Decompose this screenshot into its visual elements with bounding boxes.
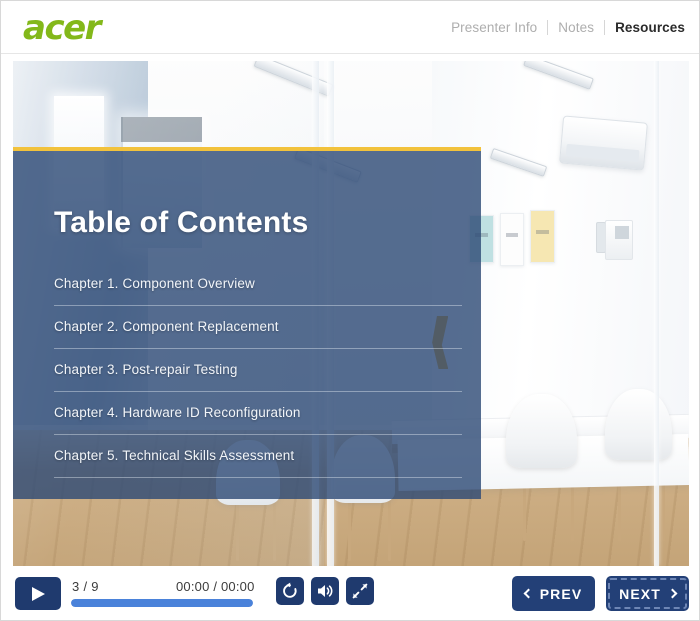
progress-bar[interactable] — [71, 599, 253, 607]
next-button[interactable]: NEXT — [606, 576, 689, 611]
photo-air-conditioner — [558, 115, 647, 171]
nav-resources[interactable]: Resources — [605, 20, 687, 35]
nav-notes[interactable]: Notes — [548, 20, 604, 35]
acer-logo: acer — [23, 8, 101, 48]
slide-stage[interactable]: Table of Contents Chapter 1. Component O… — [13, 61, 689, 566]
toc-item-chapter-4[interactable]: Chapter 4. Hardware ID Reconfiguration — [54, 405, 462, 435]
slide-counter: 3 / 9 — [72, 579, 99, 594]
photo-chair-leg — [347, 495, 351, 561]
photo-intercom — [604, 220, 633, 261]
next-button-label: NEXT — [619, 585, 661, 602]
fullscreen-icon — [352, 583, 368, 599]
toc-item-chapter-3[interactable]: Chapter 3. Post-repair Testing — [54, 362, 462, 392]
app-header: acer Presenter Info Notes Resources — [1, 1, 699, 54]
fullscreen-button[interactable] — [346, 577, 374, 605]
photo-chair-leg — [236, 495, 240, 561]
photo-window-blind — [121, 116, 203, 142]
chevron-left-icon — [523, 588, 534, 599]
photo-chair-leg — [273, 495, 277, 561]
progress-bar-fill — [71, 599, 253, 607]
toc-item-chapter-1[interactable]: Chapter 1. Component Overview — [54, 276, 462, 306]
toc-item-chapter-5[interactable]: Chapter 5. Technical Skills Assessment — [54, 448, 462, 478]
play-button[interactable] — [15, 577, 61, 610]
photo-glass-mullion — [653, 61, 659, 566]
replay-button[interactable] — [276, 577, 304, 605]
player-control-bar: 3 / 9 00:00 / 00:00 PREV NEXT — [1, 568, 699, 620]
prev-button[interactable]: PREV — [512, 576, 595, 611]
photo-wall-poster — [499, 212, 525, 266]
course-player-window: acer Presenter Info Notes Resources Tabl… — [0, 0, 700, 621]
photo-chair-leg — [388, 495, 392, 561]
photo-wall-poster — [530, 209, 556, 263]
volume-button[interactable] — [311, 577, 339, 605]
replay-icon — [283, 582, 297, 598]
play-icon — [32, 587, 45, 601]
chevron-right-icon — [667, 588, 678, 599]
slide-content-panel: Table of Contents Chapter 1. Component O… — [13, 147, 481, 499]
toc-item-chapter-2[interactable]: Chapter 2. Component Replacement — [54, 319, 462, 349]
prev-button-label: PREV — [539, 585, 583, 602]
time-display: 00:00 / 00:00 — [176, 579, 255, 594]
volume-icon — [318, 585, 333, 597]
header-nav: Presenter Info Notes Resources — [441, 20, 687, 35]
slide-title: Table of Contents — [54, 206, 309, 239]
nav-presenter-info[interactable]: Presenter Info — [441, 20, 547, 35]
table-of-contents-list: Chapter 1. Component Overview Chapter 2.… — [54, 276, 462, 491]
